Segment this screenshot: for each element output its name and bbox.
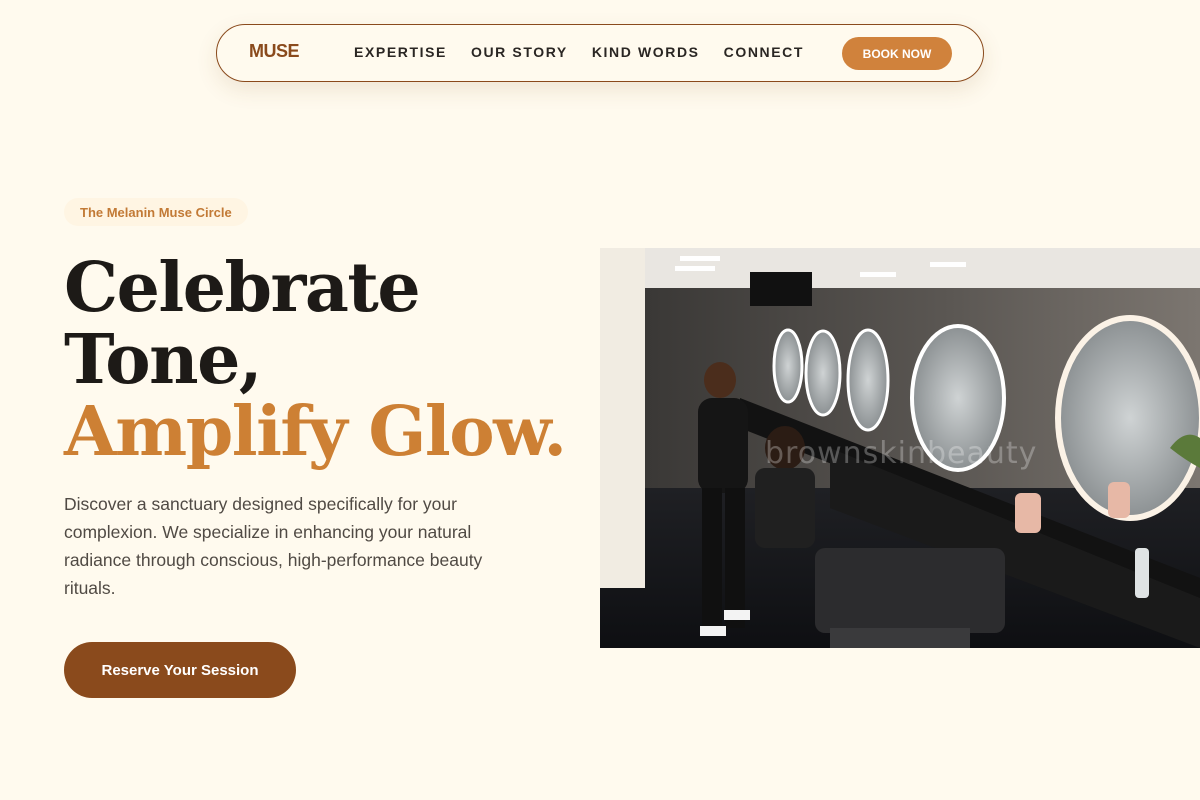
headline-line-1: Celebrate [64, 248, 421, 328]
logo[interactable]: MUSE [249, 41, 300, 62]
headline-line-2: Tone, [64, 320, 263, 400]
reserve-session-button[interactable]: Reserve Your Session [64, 642, 296, 698]
headline-accent: Amplify Glow. [64, 392, 567, 472]
nav-link-expertise[interactable]: EXPERTISE [354, 44, 447, 60]
salon-photo: brownskinbeauty [600, 248, 1200, 648]
nav-links: EXPERTISE OUR STORY KIND WORDS CONNECT [354, 44, 828, 60]
page: MUSE EXPERTISE OUR STORY KIND WORDS CONN… [0, 0, 1200, 800]
eyebrow-badge: The Melanin Muse Circle [64, 198, 248, 226]
book-now-button[interactable]: BOOK NOW [842, 37, 952, 70]
nav-link-kind-words[interactable]: KIND WORDS [592, 44, 700, 60]
hero-headline: Celebrate Tone, Amplify Glow. [64, 252, 584, 468]
top-navigation: MUSE EXPERTISE OUR STORY KIND WORDS CONN… [216, 24, 984, 82]
nav-link-our-story[interactable]: OUR STORY [471, 44, 568, 60]
hero-description: Discover a sanctuary designed specifical… [64, 494, 483, 598]
image-watermark: brownskinbeauty [765, 436, 1038, 471]
nav-link-connect[interactable]: CONNECT [724, 44, 804, 60]
